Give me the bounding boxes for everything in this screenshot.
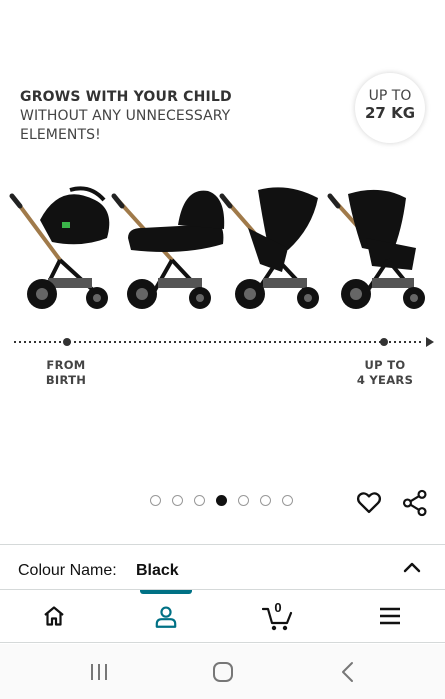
bottom-navigation: 0 [0,589,445,643]
carousel-dot[interactable] [260,495,271,506]
colour-selector[interactable]: Colour Name: Black [0,545,445,589]
home-circle-icon[interactable] [211,661,235,683]
android-navigation-bar [0,644,445,699]
stroller-with-car-seat-icon [9,186,110,309]
cart-icon [262,607,293,631]
recent-apps-icon[interactable] [87,661,111,683]
weight-badge-line2: 27 KG [364,104,416,122]
carousel-dot[interactable] [194,495,205,506]
product-headline: GROWS WITH YOUR CHILD WITHOUT ANY UNNECE… [20,88,300,145]
timeline-start-label: FROM BIRTH [36,358,96,388]
weight-badge: UP TO 27 KG [355,73,425,143]
stroller-with-carrycot-icon [111,190,225,309]
stroller-with-reclined-seat-icon [219,187,319,309]
timeline-start-line2: BIRTH [45,373,87,387]
nav-home-button[interactable] [24,590,84,644]
nav-cart-button[interactable]: 0 [248,590,308,644]
chevron-up-icon[interactable] [402,559,422,575]
back-icon[interactable] [336,661,360,683]
nav-menu-button[interactable] [360,590,420,644]
carousel-dot[interactable] [150,495,161,506]
timeline-end-line1: UP TO [364,358,406,372]
timeline-end-line2: 4 YEARS [356,373,414,387]
timeline-start-line1: FROM [46,358,86,372]
timeline-end-marker [380,338,388,346]
home-icon [44,606,64,626]
age-timeline [14,337,434,347]
stroller-with-upright-seat-icon [327,189,425,309]
carousel-dot[interactable] [172,495,183,506]
nav-account-button[interactable] [136,590,196,644]
carousel-dot[interactable] [238,495,249,506]
hamburger-menu-icon [380,607,400,625]
share-button[interactable] [402,489,428,517]
heart-icon [356,492,382,514]
headline-light-2: ELEMENTS! [20,127,101,143]
colour-value: Black [136,562,179,579]
headline-light-1: WITHOUT ANY UNNECESSARY [20,108,231,124]
share-icon [402,489,427,517]
weight-badge-line1: UP TO [368,88,412,104]
carousel-dot-active[interactable] [216,495,227,506]
headline-bold: GROWS WITH YOUR CHILD [20,89,232,105]
stroller-illustrations [9,186,425,309]
image-carousel-dots[interactable] [150,495,293,509]
favorite-button[interactable] [355,488,383,516]
carousel-dot[interactable] [282,495,293,506]
user-icon [155,606,177,628]
timeline-arrow-icon [426,337,434,347]
timeline-start-marker [63,338,71,346]
timeline-end-label: UP TO 4 YEARS [350,358,420,388]
colour-label: Colour Name: [18,562,117,579]
product-image[interactable]: GROWS WITH YOUR CHILD WITHOUT ANY UNNECE… [0,0,445,480]
